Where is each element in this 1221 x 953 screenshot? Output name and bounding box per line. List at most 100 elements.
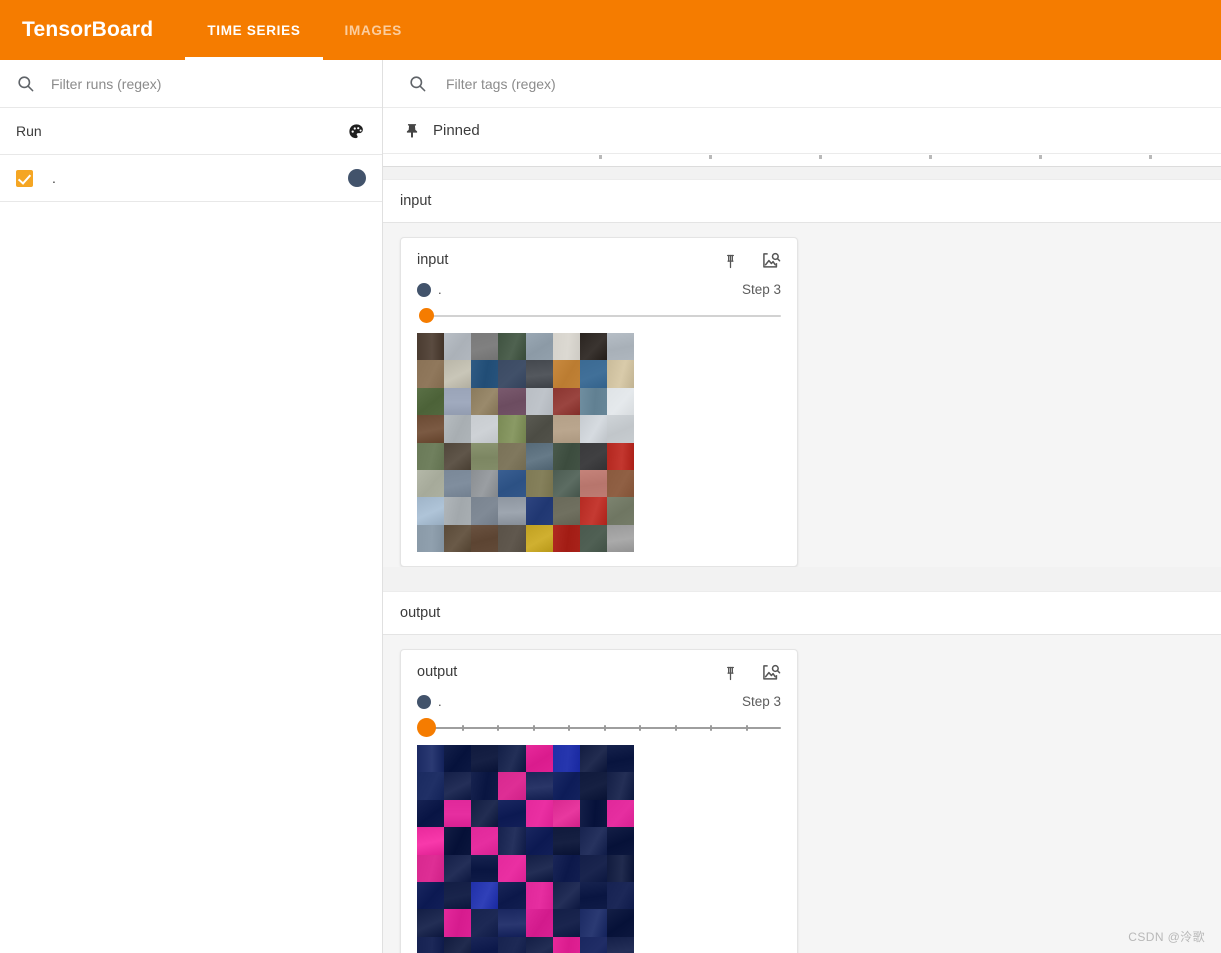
image-tile xyxy=(579,360,607,388)
image-tile xyxy=(525,333,553,361)
search-icon xyxy=(16,74,35,93)
slider-thumb[interactable] xyxy=(419,308,434,323)
card-area-output: output . Step 3 xyxy=(383,635,1221,953)
image-tile xyxy=(471,415,499,443)
image-tile xyxy=(498,799,526,828)
tab-time-series[interactable]: TIME SERIES xyxy=(185,0,323,60)
image-tile xyxy=(579,936,607,953)
image-grid-input[interactable] xyxy=(417,333,634,552)
image-tile xyxy=(444,524,472,552)
image-tile xyxy=(498,469,526,498)
image-search-icon[interactable] xyxy=(761,663,781,683)
slider-ticks xyxy=(426,725,781,731)
image-tile xyxy=(525,881,553,910)
section-header-output[interactable]: output xyxy=(383,591,1221,635)
image-tile xyxy=(552,469,580,498)
card-header: input xyxy=(417,250,781,271)
image-tile xyxy=(552,415,580,443)
image-tile xyxy=(444,881,472,910)
tab-images-label: IMAGES xyxy=(344,22,403,38)
run-filter-input[interactable] xyxy=(49,71,366,96)
slider-tick xyxy=(710,725,712,731)
image-tile xyxy=(471,827,499,855)
slider-tick xyxy=(532,725,535,731)
slider-thumb[interactable] xyxy=(417,718,436,737)
step-slider-input[interactable] xyxy=(417,305,781,327)
step-slider-output[interactable] xyxy=(417,717,781,739)
image-tile xyxy=(606,827,634,855)
image-tile xyxy=(579,415,607,443)
image-tile xyxy=(552,524,580,552)
image-tile xyxy=(579,854,607,882)
image-tile xyxy=(498,909,526,937)
image-tile xyxy=(579,799,607,828)
image-tile xyxy=(417,497,445,525)
image-tile xyxy=(552,333,580,361)
image-tile xyxy=(444,469,472,498)
image-tile xyxy=(552,745,580,773)
step-label: Step 3 xyxy=(741,694,781,709)
image-tile xyxy=(417,881,445,910)
image-tile xyxy=(417,854,445,882)
image-tile xyxy=(552,772,580,800)
image-tile xyxy=(606,772,634,800)
image-tile xyxy=(444,772,472,800)
image-tile xyxy=(525,387,553,416)
run-checkbox[interactable] xyxy=(16,169,33,187)
run-color-swatch xyxy=(417,694,431,709)
image-tile xyxy=(525,469,553,498)
main-tabs: TIME SERIES IMAGES xyxy=(185,0,424,60)
image-tile xyxy=(471,387,499,416)
image-tile xyxy=(606,469,634,498)
image-tile xyxy=(525,745,553,773)
image-tile xyxy=(498,827,526,855)
tab-images[interactable]: IMAGES xyxy=(323,0,424,60)
tensorboard-app: TensorBoard TIME SERIES IMAGES Run xyxy=(0,0,1221,953)
image-tile xyxy=(525,442,553,470)
image-tile xyxy=(498,333,526,361)
image-tile xyxy=(444,333,472,361)
scrolled-card-remnant xyxy=(383,154,1221,167)
image-tile xyxy=(579,497,607,525)
run-column-header: Run xyxy=(0,108,382,155)
image-tile xyxy=(444,497,472,525)
image-tile xyxy=(525,799,553,828)
image-tile xyxy=(552,827,580,855)
pinned-section-header[interactable]: Pinned xyxy=(383,108,1221,154)
run-name: . xyxy=(52,170,56,186)
card-actions xyxy=(722,662,781,683)
card-area-input: input . Step 3 xyxy=(383,223,1221,567)
image-tile xyxy=(606,881,634,910)
image-tile xyxy=(471,799,499,828)
image-tile xyxy=(579,524,607,552)
section-gap xyxy=(383,567,1221,591)
image-tile xyxy=(471,333,499,361)
run-color-swatch[interactable] xyxy=(348,169,366,187)
image-tile xyxy=(471,936,499,953)
image-tile xyxy=(471,469,499,498)
image-tile xyxy=(606,442,634,470)
image-tile xyxy=(552,936,580,953)
section-title: input xyxy=(400,193,432,209)
image-tile xyxy=(498,936,526,953)
image-grid-output[interactable] xyxy=(417,745,634,953)
image-tile xyxy=(606,909,634,937)
image-tile xyxy=(417,333,445,361)
image-tile xyxy=(525,854,553,882)
card-title: input xyxy=(417,252,449,268)
app-brand: TensorBoard xyxy=(22,18,154,41)
pin-icon[interactable] xyxy=(722,253,739,270)
palette-icon[interactable] xyxy=(347,122,366,141)
card-header: output xyxy=(417,662,781,683)
image-tile xyxy=(606,387,634,416)
section-header-input[interactable]: input xyxy=(383,179,1221,223)
image-search-icon[interactable] xyxy=(761,251,781,271)
image-tile xyxy=(444,387,472,416)
pin-icon[interactable] xyxy=(722,665,739,682)
card-title: output xyxy=(417,664,458,680)
tag-filter-input[interactable] xyxy=(444,71,1221,96)
image-tile xyxy=(498,772,526,800)
image-tile xyxy=(498,387,526,416)
run-row[interactable]: . xyxy=(0,155,382,202)
image-tile xyxy=(417,524,445,552)
